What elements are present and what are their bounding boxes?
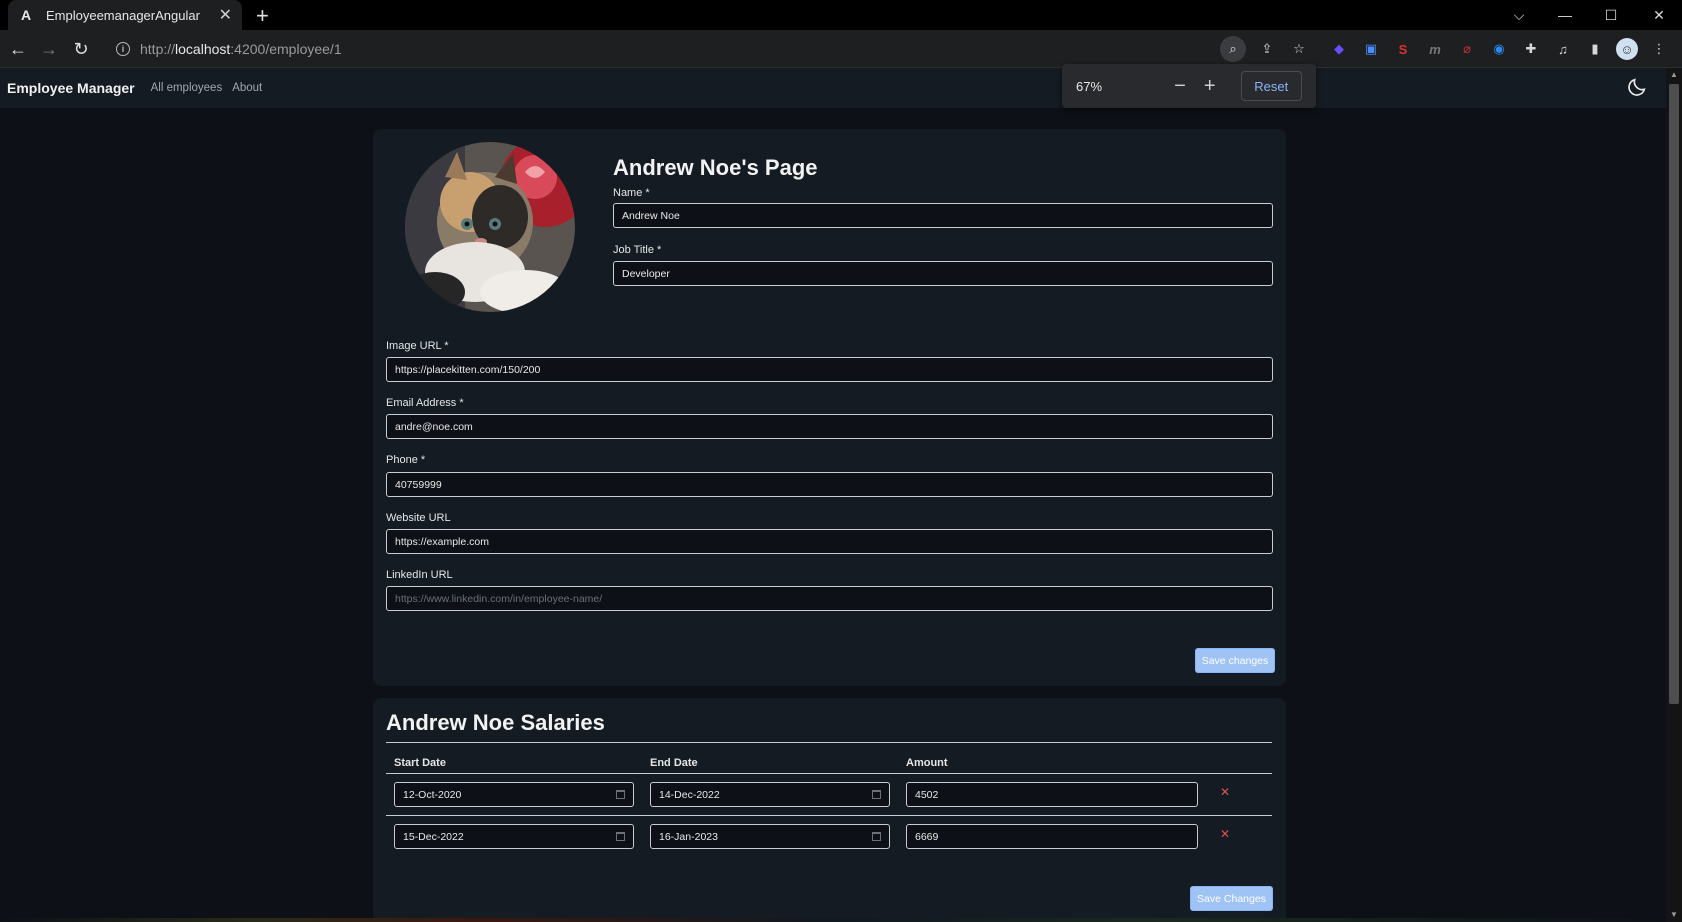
back-button[interactable]: ←: [7, 38, 29, 60]
zoom-icon[interactable]: ⌕: [1220, 36, 1246, 62]
app-navbar: Employee Manager All employees About: [0, 68, 1666, 108]
amount-input[interactable]: 6669: [906, 824, 1198, 849]
divider: [386, 742, 1272, 743]
employee-avatar: [405, 142, 575, 312]
url-host: localhost: [175, 41, 231, 57]
reload-button[interactable]: ↻: [70, 38, 92, 60]
zoom-level: 67%: [1076, 78, 1103, 94]
header-end-date: End Date: [650, 757, 698, 769]
tab-search-icon[interactable]: ⌵: [1496, 0, 1542, 30]
extension-icon[interactable]: S: [1392, 38, 1414, 60]
forward-button[interactable]: →: [38, 38, 60, 60]
profile-avatar-icon[interactable]: ☺: [1616, 38, 1638, 60]
job-title-input[interactable]: Developer: [613, 261, 1273, 286]
dark-mode-moon-icon[interactable]: [1626, 76, 1648, 98]
scroll-up-icon[interactable]: ▲: [1669, 70, 1679, 80]
end-date-input[interactable]: 14-Dec-2022: [650, 782, 890, 807]
image-url-label: Image URL *: [386, 340, 449, 352]
angular-icon: A: [20, 7, 32, 23]
linkedin-input[interactable]: https://www.linkedin.com/in/employee-nam…: [386, 586, 1273, 611]
website-label: Website URL: [386, 512, 451, 524]
phone-input[interactable]: 40759999: [386, 472, 1273, 497]
scrollbar-thumb[interactable]: [1669, 84, 1679, 704]
delete-salary-icon[interactable]: ✕: [1220, 785, 1230, 799]
extension-icon[interactable]: ◆: [1328, 38, 1350, 60]
close-tab-icon[interactable]: ✕: [219, 5, 232, 25]
zoom-reset-button[interactable]: Reset: [1240, 71, 1302, 101]
nav-link-all-employees[interactable]: All employees: [151, 82, 223, 94]
close-window-button[interactable]: ✕: [1636, 0, 1682, 30]
zoom-out-button[interactable]: −: [1165, 75, 1195, 98]
calendar-icon[interactable]: [616, 832, 625, 841]
divider: [386, 773, 1272, 774]
calendar-icon[interactable]: [872, 832, 881, 841]
image-url-input[interactable]: https://placekitten.com/150/200: [386, 357, 1273, 382]
divider: [386, 815, 1272, 816]
start-date-input[interactable]: 12-Oct-2020: [394, 782, 634, 807]
extension-icon[interactable]: ◉: [1488, 38, 1510, 60]
maximize-button[interactable]: ☐: [1588, 0, 1634, 30]
share-icon[interactable]: ⇪: [1256, 38, 1278, 60]
browser-tabbar: A EmployeemanagerAngular ✕ + ⌵ — ☐ ✕: [0, 0, 1682, 30]
calendar-icon[interactable]: [616, 790, 625, 799]
browser-tab[interactable]: A EmployeemanagerAngular ✕: [8, 0, 242, 30]
nav-link-about[interactable]: About: [232, 82, 262, 94]
background-strip: [0, 918, 1666, 922]
browser-toolbar: ← → ↻ i http://localhost:4200/employee/1…: [0, 30, 1682, 68]
start-date-value: 12-Oct-2020: [403, 788, 462, 801]
delete-salary-icon[interactable]: ✕: [1220, 827, 1230, 841]
extension-icon[interactable]: ⌀: [1456, 38, 1478, 60]
url-path: :4200/employee/1: [230, 41, 342, 57]
start-date-value: 15-Dec-2022: [403, 830, 464, 843]
header-start-date: Start Date: [394, 757, 446, 769]
minimize-button[interactable]: —: [1542, 0, 1588, 30]
save-salaries-button[interactable]: Save Changes: [1190, 886, 1273, 911]
brand-link[interactable]: Employee Manager: [7, 80, 135, 96]
employee-card: Andrew Noe's Page Name * Andrew Noe Job …: [373, 129, 1286, 686]
zoom-popup: 67% − + Reset: [1062, 64, 1316, 108]
menu-icon[interactable]: ⋮: [1648, 38, 1670, 60]
email-label: Email Address *: [386, 397, 464, 409]
tab-title: EmployeemanagerAngular: [46, 7, 200, 23]
salaries-card: Andrew Noe Salaries Start Date End Date …: [373, 698, 1286, 922]
site-info-icon[interactable]: i: [116, 42, 130, 56]
email-input[interactable]: andre@noe.com: [386, 414, 1273, 439]
new-tab-button[interactable]: +: [256, 3, 269, 29]
media-icon[interactable]: ♫: [1552, 38, 1574, 60]
header-amount: Amount: [906, 757, 948, 769]
website-input[interactable]: https://example.com: [386, 529, 1273, 554]
calendar-icon[interactable]: [872, 790, 881, 799]
start-date-input[interactable]: 15-Dec-2022: [394, 824, 634, 849]
end-date-value: 14-Dec-2022: [659, 788, 720, 801]
extension-icon[interactable]: ▣: [1360, 38, 1382, 60]
save-changes-button[interactable]: Save changes: [1195, 648, 1275, 673]
zoom-in-button[interactable]: +: [1195, 75, 1225, 98]
salaries-title: Andrew Noe Salaries: [386, 710, 605, 735]
end-date-value: 16-Jan-2023: [659, 830, 718, 843]
page-content: Employee Manager All employees About And…: [0, 68, 1666, 922]
side-panel-icon[interactable]: ▮: [1584, 38, 1606, 60]
end-date-input[interactable]: 16-Jan-2023: [650, 824, 890, 849]
extensions-puzzle-icon[interactable]: ✚: [1520, 38, 1542, 60]
name-input[interactable]: Andrew Noe: [613, 203, 1273, 228]
amount-input[interactable]: 4502: [906, 782, 1198, 807]
page-scrollbar[interactable]: ▲ ▼: [1666, 68, 1682, 922]
phone-label: Phone *: [386, 454, 426, 466]
bookmark-star-icon[interactable]: ☆: [1288, 38, 1310, 60]
page-title: Andrew Noe's Page: [613, 155, 818, 180]
job-title-label: Job Title *: [613, 244, 662, 256]
address-bar[interactable]: i http://localhost:4200/employee/1: [108, 34, 1238, 64]
url-scheme: http://: [140, 41, 176, 57]
extension-icon[interactable]: m: [1424, 38, 1446, 60]
linkedin-label: LinkedIn URL: [386, 569, 453, 581]
name-label: Name *: [613, 187, 650, 199]
scroll-down-icon[interactable]: ▼: [1669, 910, 1679, 920]
